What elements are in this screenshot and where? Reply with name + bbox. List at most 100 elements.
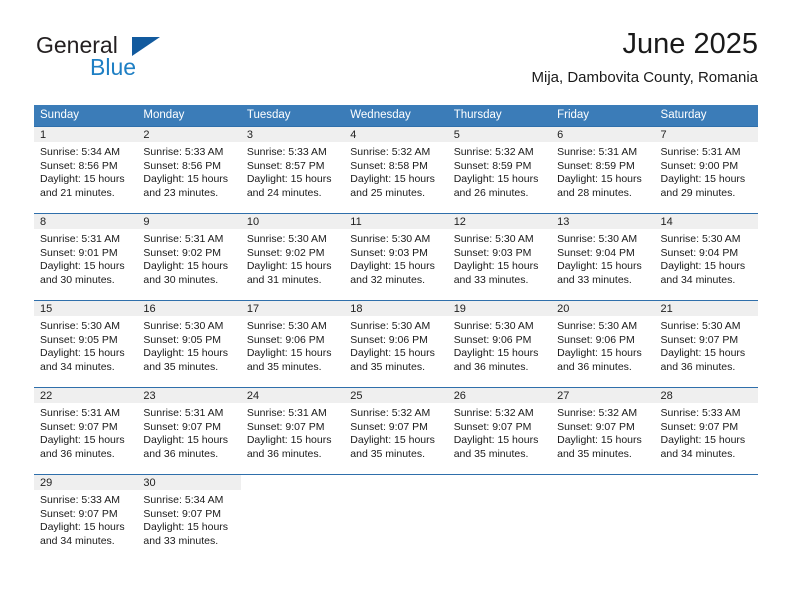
calendar-day-cell[interactable]: 2 Sunrise: 5:33 AM Sunset: 8:56 PM Daylight… bbox=[137, 126, 241, 214]
calendar-day-cell[interactable]: 1 Sunrise: 5:34 AM Sunset: 8:56 PM Daylight… bbox=[34, 126, 138, 214]
day-daylight-l2-text: and 32 minutes. bbox=[350, 273, 425, 286]
day-cell-body: Sunrise: 5:32 AM Sunset: 9:07 PM Daylight:… bbox=[344, 403, 447, 461]
day-daylight-l2-text: and 35 minutes. bbox=[350, 360, 425, 373]
day-cell-inner: 7 Sunrise: 5:31 AM Sunset: 9:00 PM Daylight… bbox=[654, 127, 758, 213]
weekday-header-sunday: Sunday bbox=[34, 105, 138, 127]
calendar-day-cell[interactable]: 21 Sunrise: 5:30 AM Sunset: 9:07 PM Dayligh… bbox=[654, 300, 758, 388]
day-number: 5 bbox=[447, 127, 552, 142]
calendar-day-cell[interactable]: 20 Sunrise: 5:30 AM Sunset: 9:06 PM Dayligh… bbox=[551, 300, 655, 388]
day-cell-body: Sunrise: 5:30 AM Sunset: 9:06 PM Daylight:… bbox=[448, 316, 551, 374]
day-sunset-text: Sunset: 9:06 PM bbox=[246, 333, 325, 346]
day-daylight-l2-text: and 34 minutes. bbox=[40, 360, 115, 373]
day-cell-inner: 21 Sunrise: 5:30 AM Sunset: 9:07 PM Dayligh… bbox=[654, 301, 758, 387]
day-daylight-l1-text: Daylight: 15 hours bbox=[350, 173, 435, 186]
calendar-day-cell[interactable]: 25 Sunrise: 5:32 AM Sunset: 9:07 PM Dayligh… bbox=[344, 387, 448, 475]
day-sunset-text: Sunset: 9:01 PM bbox=[40, 246, 118, 259]
day-cell-body: Sunrise: 5:32 AM Sunset: 9:07 PM Daylight:… bbox=[448, 403, 551, 461]
day-cell-inner: 19 Sunrise: 5:30 AM Sunset: 9:06 PM Dayligh… bbox=[447, 301, 552, 387]
day-number: 13 bbox=[551, 214, 655, 229]
calendar-day-cell[interactable]: 10 Sunrise: 5:30 AM Sunset: 9:02 PM Dayligh… bbox=[240, 213, 345, 301]
calendar-day-cell[interactable]: 13 Sunrise: 5:30 AM Sunset: 9:04 PM Dayligh… bbox=[551, 213, 655, 301]
day-daylight-l2-text: and 35 minutes. bbox=[143, 360, 219, 373]
day-cell-inner bbox=[551, 475, 655, 562]
calendar-day-cell[interactable]: 4 Sunrise: 5:32 AM Sunset: 8:58 PM Daylight… bbox=[344, 126, 448, 214]
day-sunset-text: Sunset: 9:05 PM bbox=[143, 333, 222, 346]
day-sunset-text: Sunset: 9:07 PM bbox=[660, 333, 739, 346]
day-sunrise-text: Sunrise: 5:33 AM bbox=[143, 146, 224, 158]
day-cell-body: Sunrise: 5:32 AM Sunset: 8:58 PM Daylight:… bbox=[344, 142, 447, 200]
day-number: 24 bbox=[240, 388, 345, 403]
day-number: 6 bbox=[551, 127, 655, 142]
day-sunrise-text: Sunrise: 5:32 AM bbox=[453, 407, 534, 419]
day-daylight-l2-text: and 35 minutes. bbox=[453, 447, 529, 460]
day-cell-body: Sunrise: 5:30 AM Sunset: 9:02 PM Daylight:… bbox=[241, 229, 344, 287]
day-number: 25 bbox=[344, 388, 448, 403]
day-sunrise-text: Sunrise: 5:31 AM bbox=[143, 407, 224, 419]
day-cell-body: Sunrise: 5:31 AM Sunset: 9:01 PM Daylight:… bbox=[34, 229, 137, 287]
day-sunset-text: Sunset: 9:07 PM bbox=[246, 420, 325, 433]
day-daylight-l2-text: and 28 minutes. bbox=[557, 186, 632, 199]
calendar-day-cell[interactable]: 11 Sunrise: 5:30 AM Sunset: 9:03 PM Dayligh… bbox=[344, 213, 448, 301]
day-daylight-l1-text: Daylight: 15 hours bbox=[660, 347, 746, 360]
weekday-header-monday: Monday bbox=[137, 105, 241, 127]
calendar-day-cell[interactable]: 26 Sunrise: 5:32 AM Sunset: 9:07 PM Dayligh… bbox=[447, 387, 552, 475]
day-daylight-l1-text: Daylight: 15 hours bbox=[143, 260, 229, 273]
calendar-empty-cell bbox=[240, 474, 345, 562]
day-daylight-l1-text: Daylight: 15 hours bbox=[246, 173, 332, 186]
calendar-day-cell[interactable]: 22 Sunrise: 5:31 AM Sunset: 9:07 PM Dayligh… bbox=[34, 387, 138, 475]
day-daylight-l1-text: Daylight: 15 hours bbox=[143, 173, 229, 186]
calendar-day-cell[interactable]: 24 Sunrise: 5:31 AM Sunset: 9:07 PM Dayligh… bbox=[240, 387, 345, 475]
day-cell-body: Sunrise: 5:33 AM Sunset: 9:07 PM Daylight:… bbox=[655, 403, 758, 461]
day-number: 28 bbox=[654, 388, 758, 403]
day-cell-inner: 16 Sunrise: 5:30 AM Sunset: 9:05 PM Dayligh… bbox=[137, 301, 241, 387]
calendar-week-row: 1 Sunrise: 5:34 AM Sunset: 8:56 PM Daylight… bbox=[34, 126, 758, 214]
calendar-day-cell[interactable]: 23 Sunrise: 5:31 AM Sunset: 9:07 PM Dayligh… bbox=[137, 387, 241, 475]
day-sunrise-text: Sunrise: 5:34 AM bbox=[40, 146, 120, 158]
calendar-day-cell[interactable]: 30 Sunrise: 5:34 AM Sunset: 9:07 PM Dayligh… bbox=[137, 474, 241, 562]
calendar-day-cell[interactable]: 19 Sunrise: 5:30 AM Sunset: 9:06 PM Dayligh… bbox=[447, 300, 552, 388]
title-block: June 2025 Mija, Dambovita County, Romani… bbox=[532, 26, 758, 89]
calendar-day-cell[interactable]: 27 Sunrise: 5:32 AM Sunset: 9:07 PM Dayligh… bbox=[551, 387, 655, 475]
day-sunrise-text: Sunrise: 5:30 AM bbox=[660, 320, 741, 332]
calendar-day-cell[interactable]: 5 Sunrise: 5:32 AM Sunset: 8:59 PM Daylight… bbox=[447, 126, 552, 214]
day-number: 16 bbox=[137, 301, 241, 316]
calendar-day-cell[interactable]: 14 Sunrise: 5:30 AM Sunset: 9:04 PM Dayligh… bbox=[654, 213, 758, 301]
day-daylight-l1-text: Daylight: 15 hours bbox=[246, 434, 332, 447]
calendar-day-cell[interactable]: 28 Sunrise: 5:33 AM Sunset: 9:07 PM Dayligh… bbox=[654, 387, 758, 475]
day-cell-inner: 28 Sunrise: 5:33 AM Sunset: 9:07 PM Dayligh… bbox=[654, 388, 758, 474]
logo-word-blue: Blue bbox=[90, 54, 137, 80]
day-daylight-l2-text: and 36 minutes. bbox=[40, 447, 115, 460]
day-cell-inner: 8 Sunrise: 5:31 AM Sunset: 9:01 PM Daylight… bbox=[34, 214, 138, 300]
day-number bbox=[654, 475, 758, 490]
calendar-day-cell[interactable]: 29 Sunrise: 5:33 AM Sunset: 9:07 PM Dayligh… bbox=[34, 474, 138, 562]
day-cell-inner: 27 Sunrise: 5:32 AM Sunset: 9:07 PM Dayligh… bbox=[551, 388, 655, 474]
day-cell-inner bbox=[654, 475, 758, 562]
day-daylight-l1-text: Daylight: 15 hours bbox=[40, 173, 125, 186]
day-sunrise-text: Sunrise: 5:34 AM bbox=[143, 494, 224, 506]
calendar-day-cell[interactable]: 18 Sunrise: 5:30 AM Sunset: 9:06 PM Dayligh… bbox=[344, 300, 448, 388]
calendar-day-cell[interactable]: 15 Sunrise: 5:30 AM Sunset: 9:05 PM Dayligh… bbox=[34, 300, 138, 388]
calendar-day-cell[interactable]: 3 Sunrise: 5:33 AM Sunset: 8:57 PM Daylight… bbox=[240, 126, 345, 214]
day-number bbox=[551, 475, 655, 490]
calendar-empty-cell bbox=[551, 474, 655, 562]
calendar-day-cell[interactable]: 16 Sunrise: 5:30 AM Sunset: 9:05 PM Dayligh… bbox=[137, 300, 241, 388]
day-sunset-text: Sunset: 9:07 PM bbox=[453, 420, 532, 433]
calendar-day-cell[interactable]: 8 Sunrise: 5:31 AM Sunset: 9:01 PM Daylight… bbox=[34, 213, 138, 301]
day-daylight-l1-text: Daylight: 15 hours bbox=[246, 260, 332, 273]
day-sunset-text: Sunset: 9:07 PM bbox=[557, 420, 635, 433]
calendar-day-cell[interactable]: 9 Sunrise: 5:31 AM Sunset: 9:02 PM Daylight… bbox=[137, 213, 241, 301]
day-number: 11 bbox=[344, 214, 448, 229]
calendar-day-cell[interactable]: 17 Sunrise: 5:30 AM Sunset: 9:06 PM Dayligh… bbox=[240, 300, 345, 388]
day-sunset-text: Sunset: 9:07 PM bbox=[40, 420, 118, 433]
day-number: 10 bbox=[240, 214, 345, 229]
day-daylight-l1-text: Daylight: 15 hours bbox=[40, 434, 125, 447]
calendar-day-cell[interactable]: 7 Sunrise: 5:31 AM Sunset: 9:00 PM Daylight… bbox=[654, 126, 758, 214]
day-sunset-text: Sunset: 8:56 PM bbox=[40, 159, 118, 172]
calendar-day-cell[interactable]: 6 Sunrise: 5:31 AM Sunset: 8:59 PM Daylight… bbox=[551, 126, 655, 214]
calendar-day-cell[interactable]: 12 Sunrise: 5:30 AM Sunset: 9:03 PM Dayligh… bbox=[447, 213, 552, 301]
day-sunrise-text: Sunrise: 5:30 AM bbox=[557, 233, 638, 245]
calendar-empty-cell bbox=[344, 474, 448, 562]
day-cell-body: Sunrise: 5:31 AM Sunset: 8:59 PM Daylight:… bbox=[551, 142, 654, 200]
day-cell-body: Sunrise: 5:33 AM Sunset: 9:07 PM Daylight:… bbox=[34, 490, 137, 548]
day-daylight-l2-text: and 30 minutes. bbox=[40, 273, 115, 286]
